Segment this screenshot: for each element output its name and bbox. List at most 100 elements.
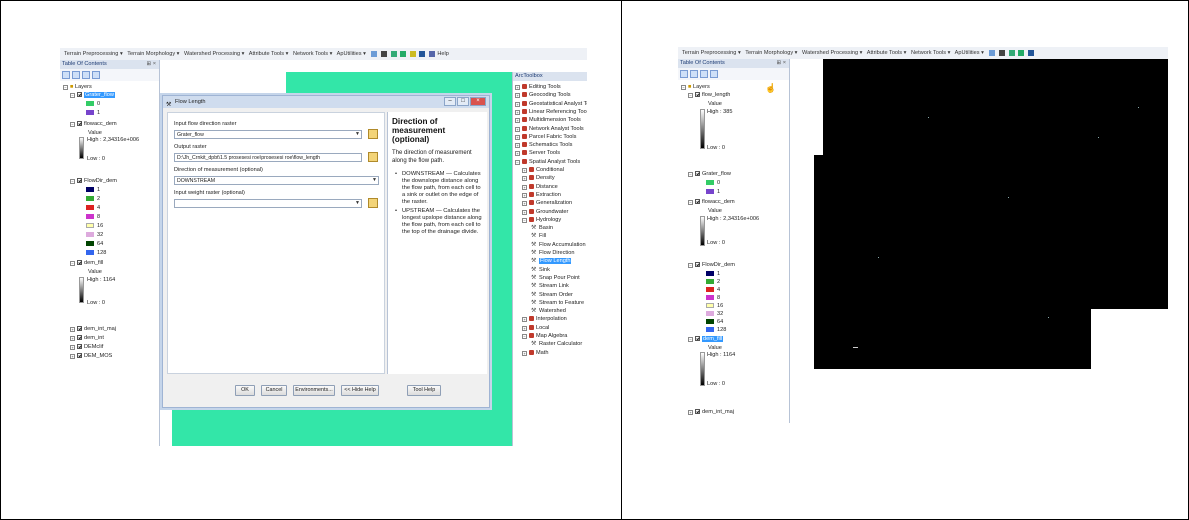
layer-item[interactable]: + DEMclif — [70, 344, 103, 351]
toolbar-menu[interactable]: Attribute Tools ▾ — [249, 51, 289, 57]
tool-item[interactable]: ⚒ Flow Length — [531, 258, 572, 265]
layer-grater-flow[interactable]: − Grater_flow — [70, 92, 115, 99]
open-folder-icon[interactable] — [368, 152, 378, 162]
toolset-item[interactable]: + Groundwater — [522, 208, 568, 216]
layers-group[interactable]: − ■ Layers — [63, 84, 92, 91]
layer-flowacc[interactable]: − flowacc_dem — [688, 199, 735, 206]
tool-icon[interactable] — [409, 50, 416, 57]
list-by-drawing-icon[interactable] — [62, 71, 70, 79]
layer-grater-flow[interactable]: − Grater_flow — [688, 171, 731, 178]
toolset-item[interactable]: + Server Tools — [515, 150, 560, 157]
dropdown-arrow-icon[interactable]: ▼ — [354, 131, 361, 138]
environments-button[interactable]: Environments... — [293, 385, 335, 396]
layer-flowacc[interactable]: − flowacc_dem — [70, 121, 117, 128]
toolset-item[interactable]: + Math — [522, 349, 548, 357]
toolset-item[interactable]: − Hydrology — [522, 216, 561, 224]
list-by-visibility-icon[interactable] — [700, 70, 708, 78]
toolset-item[interactable]: − Spatial Analyst Tools — [515, 158, 580, 166]
toolbar-menu[interactable]: Terrain Preprocessing ▾ — [682, 50, 741, 56]
tool-item[interactable]: ⚒ Flow Accumulation — [531, 242, 586, 249]
tool-icon[interactable] — [390, 50, 397, 57]
tool-icon[interactable] — [999, 49, 1006, 56]
tool-icon[interactable] — [371, 50, 378, 57]
toolset-item[interactable]: + Linear Referencing Tools — [515, 108, 587, 116]
weight-raster-field[interactable]: ▼ — [174, 199, 362, 208]
layer-dem-fill[interactable]: − dem_fill — [70, 260, 103, 267]
layer-flow-length[interactable]: − flow_length — [688, 92, 730, 99]
input-raster-field[interactable]: Grater_flow ▼ — [174, 130, 362, 139]
toolset-item[interactable]: + Extraction — [522, 191, 561, 199]
tool-item[interactable]: ⚒ Sink — [531, 267, 550, 274]
toolbar-menu[interactable]: ApUtilities ▾ — [955, 50, 984, 56]
layer-dem-fill[interactable]: − dem_fill — [688, 336, 724, 343]
tool-item[interactable]: ⚒ Stream to Feature — [531, 300, 584, 307]
toolset-item[interactable]: + Distance — [522, 183, 558, 191]
tool-icon[interactable] — [1027, 49, 1034, 56]
flow-length-raster[interactable] — [961, 59, 1168, 309]
toolset-item[interactable]: + Multidimension Tools — [515, 117, 581, 124]
layer-item[interactable]: + dem_int_maj — [688, 409, 734, 416]
tool-item[interactable]: ⚒ Flow Direction — [531, 250, 574, 257]
toolbar-menu[interactable]: Watershed Processing ▾ — [184, 51, 244, 57]
list-by-visibility-icon[interactable] — [82, 71, 90, 79]
toolbar-menu[interactable]: Terrain Preprocessing ▾ — [64, 51, 123, 57]
toolset-item[interactable]: − Map Algebra — [522, 333, 567, 340]
output-raster-field[interactable]: D:\Jh_Crnkit_dpbt\1.5 prosesesi roe\pros… — [174, 153, 362, 162]
close-button[interactable]: × — [470, 97, 486, 106]
toolbar-menu[interactable]: Watershed Processing ▾ — [802, 50, 862, 56]
layer-flowdir[interactable]: − FlowDir_dem — [70, 178, 117, 185]
list-by-drawing-icon[interactable] — [680, 70, 688, 78]
maximize-button[interactable]: □ — [457, 97, 469, 106]
tool-icon[interactable] — [1018, 49, 1025, 56]
dropdown-arrow-icon[interactable]: ▼ — [371, 177, 378, 184]
toolset-item[interactable]: + Editing Tools — [515, 84, 561, 91]
tool-item[interactable]: ⚒ Watershed — [531, 308, 566, 315]
layers-group[interactable]: − ■ Layers — [681, 84, 710, 91]
help-menu[interactable]: Help — [437, 51, 449, 57]
tool-item[interactable]: ⚒ Raster Calculator — [531, 341, 582, 348]
toolset-item[interactable]: + Interpolation — [522, 316, 567, 323]
toolbar-menu[interactable]: Terrain Morphology ▾ — [127, 51, 179, 57]
tool-help-button[interactable]: Tool Help — [407, 385, 441, 396]
toolbar-menu[interactable]: Network Tools ▾ — [911, 50, 950, 56]
dropdown-arrow-icon[interactable]: ▼ — [354, 200, 361, 207]
pin-icon[interactable]: ⊞ × — [146, 60, 156, 69]
tool-icon[interactable] — [989, 49, 996, 56]
direction-select[interactable]: DOWNSTREAM ▼ — [174, 176, 379, 185]
hide-help-button[interactable]: << Hide Help — [341, 385, 379, 396]
toolset-item[interactable]: +Geostatistical Analyst Tools — [515, 100, 587, 108]
toolset-item[interactable]: + Density — [522, 175, 555, 182]
toolset-item[interactable]: + Geocoding Tools — [515, 92, 571, 99]
open-folder-icon[interactable] — [368, 198, 378, 208]
toolset-item[interactable]: + Parcel Fabric Tools — [515, 133, 576, 141]
list-by-source-icon[interactable] — [72, 71, 80, 79]
layer-item[interactable]: + dem_int — [70, 335, 104, 342]
tool-icon[interactable] — [381, 50, 388, 57]
options-icon[interactable] — [710, 70, 718, 78]
toolbar-menu[interactable]: Network Tools ▾ — [293, 51, 332, 57]
layer-flowdir[interactable]: − FlowDir_dem — [688, 262, 735, 269]
cancel-button[interactable]: Cancel — [261, 385, 287, 396]
tool-icon[interactable] — [428, 50, 435, 57]
layer-item[interactable]: + DEM_MOS — [70, 353, 112, 360]
tool-icon[interactable] — [419, 50, 426, 57]
toolset-item[interactable]: + Local — [522, 324, 549, 332]
toolbar-menu[interactable]: Attribute Tools ▾ — [867, 50, 907, 56]
toolset-item[interactable]: + Conditional — [522, 167, 564, 174]
ok-button[interactable]: OK — [235, 385, 255, 396]
toolset-item[interactable]: + Generalization — [522, 200, 572, 207]
tool-item[interactable]: ⚒ Fill — [531, 233, 546, 240]
toolset-item[interactable]: + Network Analyst Tools — [515, 125, 584, 133]
pin-icon[interactable]: ⊞ × — [776, 59, 786, 68]
layer-item[interactable]: + dem_int_maj — [70, 326, 116, 333]
tool-icon[interactable] — [1008, 49, 1015, 56]
tool-item[interactable]: ⚒ Stream Link — [531, 283, 569, 290]
toolbar-menu[interactable]: Terrain Morphology ▾ — [745, 50, 797, 56]
tool-item[interactable]: ⚒ Stream Order — [531, 292, 573, 299]
toolbar-menu[interactable]: ApUtilities ▾ — [337, 51, 366, 57]
tool-icon[interactable] — [400, 50, 407, 57]
toolset-item[interactable]: + Schematics Tools — [515, 142, 572, 149]
open-folder-icon[interactable] — [368, 129, 378, 139]
tool-item[interactable]: ⚒ Snap Pour Point — [531, 275, 580, 282]
options-icon[interactable] — [92, 71, 100, 79]
